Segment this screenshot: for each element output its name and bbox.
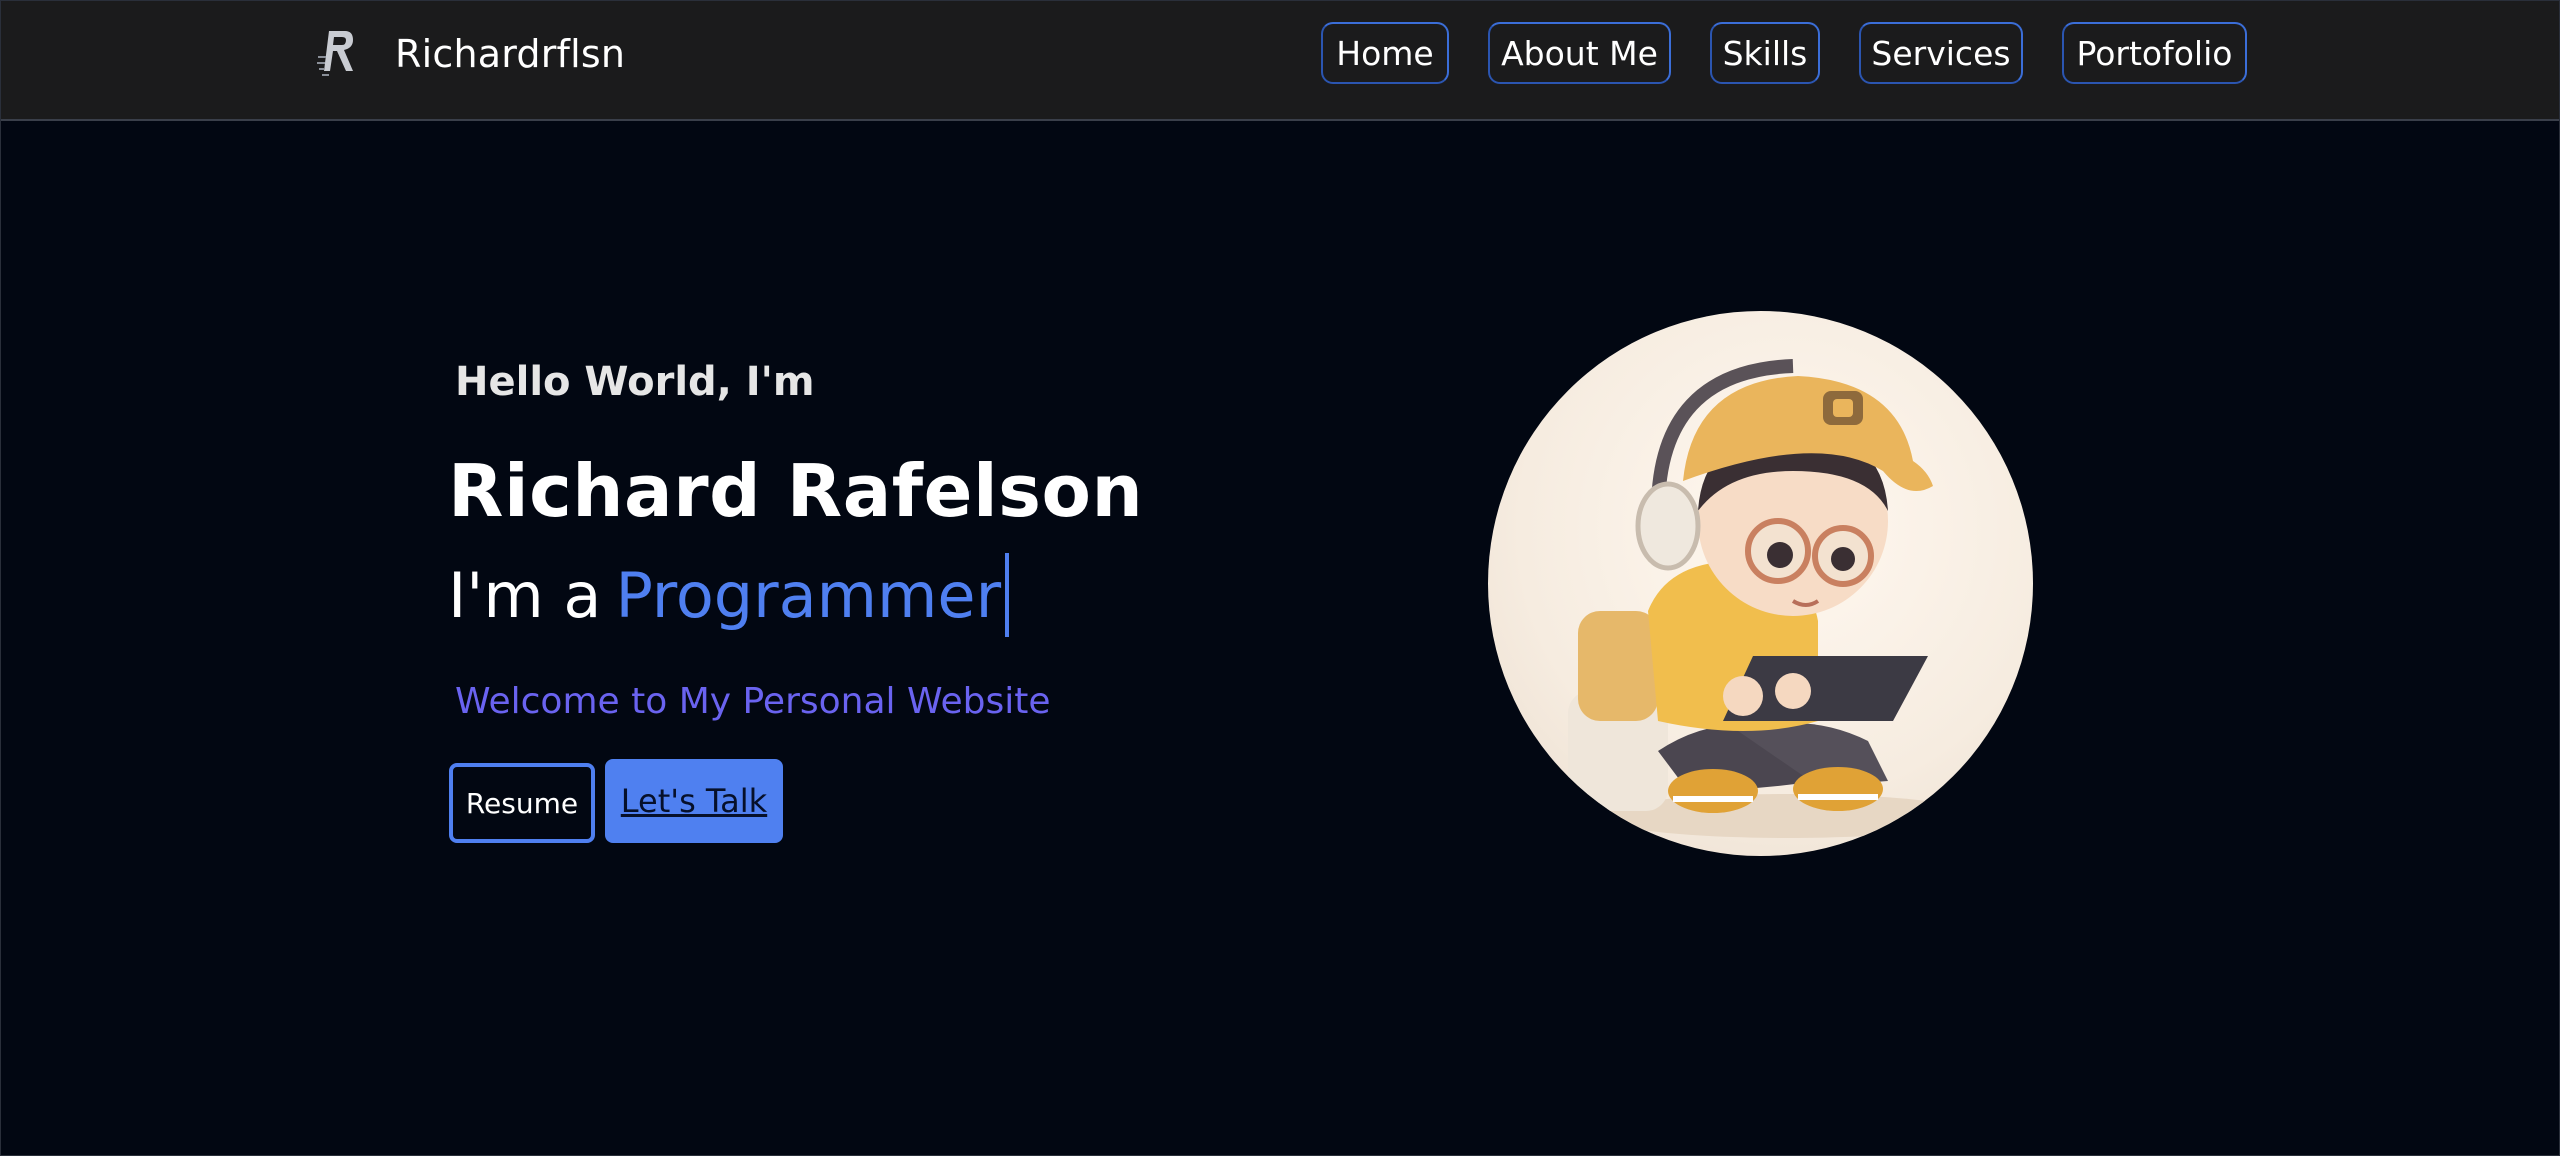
role-typed-text: Programmer (615, 558, 1002, 632)
nav-portofolio[interactable]: Portofolio (2062, 22, 2247, 84)
page: Richardrflsn Home About Me Skills Servic… (0, 0, 2560, 1156)
role-prefix: I'm a (448, 558, 602, 632)
typing-cursor (1005, 553, 1010, 637)
navbar: Richardrflsn Home About Me Skills Servic… (1, 1, 2559, 121)
nav-home[interactable]: Home (1321, 22, 1449, 84)
nav-skills[interactable]: Skills (1710, 22, 1820, 84)
avatar-illustration (1568, 359, 1978, 838)
nav-about-me[interactable]: About Me (1488, 22, 1671, 84)
nav-services[interactable]: Services (1859, 22, 2023, 84)
avatar-image (1488, 311, 2033, 856)
brand-link[interactable]: Richardrflsn (315, 27, 625, 81)
hero-greeting: Hello World, I'm (455, 359, 815, 405)
welcome-text: Welcome to My Personal Website (455, 681, 1051, 722)
hero-name: Richard Rafelson (448, 449, 1144, 533)
lets-talk-button[interactable]: Let's Talk (605, 759, 783, 843)
resume-button[interactable]: Resume (449, 763, 595, 843)
brand-name: Richardrflsn (395, 32, 626, 76)
hero-role-line: I'm a Programmer (448, 553, 1010, 637)
r-logo-icon (317, 31, 353, 76)
